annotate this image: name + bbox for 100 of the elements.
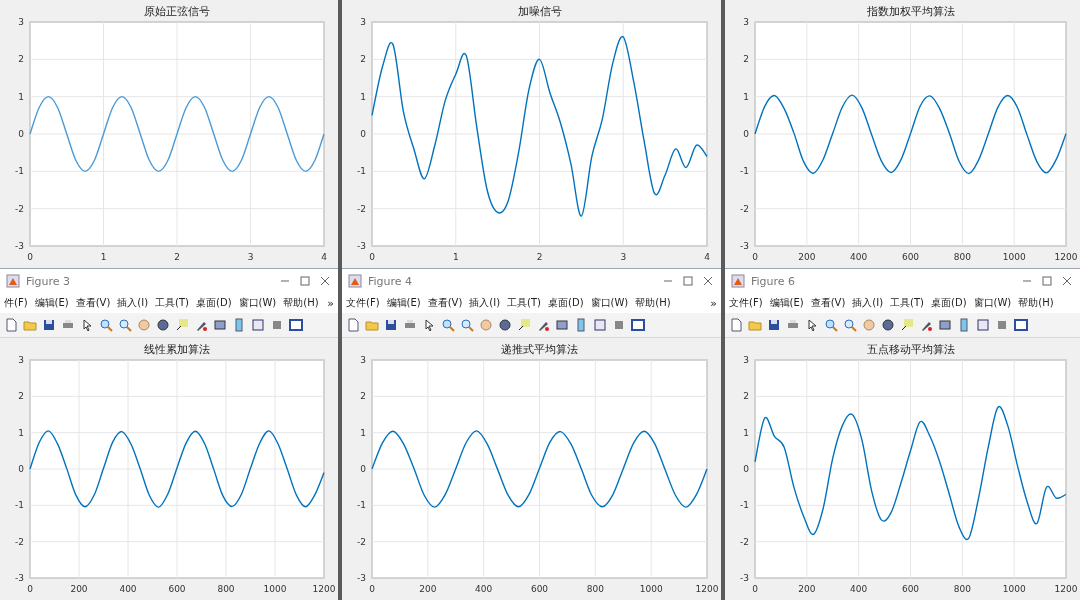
- cursor-icon[interactable]: [80, 318, 94, 332]
- y-tick-label: 2: [18, 391, 24, 402]
- menu-overflow[interactable]: »: [710, 296, 717, 310]
- x-tick-label: 0: [752, 584, 758, 594]
- y-tick-label: -2: [357, 203, 366, 214]
- chart-title: 指数加权平均算法: [866, 5, 955, 18]
- y-tick-label: -1: [740, 500, 749, 511]
- maximize-icon: [1040, 274, 1054, 288]
- rotate-icon[interactable]: [498, 318, 512, 332]
- chart-title: 五点移动平均算法: [866, 343, 955, 356]
- menu-item[interactable]: 文件(F): [729, 296, 763, 310]
- menu-item[interactable]: 窗口(W): [238, 296, 277, 310]
- x-tick-label: 800: [953, 252, 971, 262]
- x-tick-label: 1: [452, 252, 459, 262]
- menu-item[interactable]: 插入(I): [117, 296, 149, 310]
- save-icon[interactable]: [42, 318, 56, 332]
- figure-icon[interactable]: [1014, 318, 1028, 332]
- menu-item[interactable]: 编辑(E): [34, 296, 69, 310]
- menu-overflow[interactable]: »: [327, 296, 334, 310]
- rotate-icon[interactable]: [881, 318, 895, 332]
- y-tick-label: -2: [15, 536, 24, 547]
- y-tick-label: 3: [360, 355, 366, 365]
- save-icon[interactable]: [384, 318, 398, 332]
- colorbar-icon[interactable]: [957, 318, 971, 332]
- x-tick-label: 800: [586, 584, 604, 594]
- menu-item[interactable]: 查看(V): [427, 296, 463, 310]
- colorbar-icon[interactable]: [232, 318, 246, 332]
- zoom-in-icon[interactable]: [824, 318, 838, 332]
- x-tick-label: 600: [168, 584, 186, 594]
- y-tick-label: -2: [15, 203, 24, 214]
- zoom-out-icon[interactable]: [843, 318, 857, 332]
- link-plot-icon[interactable]: [555, 318, 569, 332]
- x-tick-label: 600: [901, 252, 920, 262]
- menu-item[interactable]: 插入(I): [469, 296, 501, 310]
- legend-icon[interactable]: [976, 318, 990, 332]
- y-tick-label: 3: [743, 17, 749, 27]
- x-tick-label: 3: [620, 252, 627, 262]
- chart-title: 递推式平均算法: [501, 343, 578, 356]
- x-tick-label: 800: [953, 584, 971, 594]
- grid-icon[interactable]: [270, 318, 284, 332]
- y-tick-label: -1: [15, 500, 24, 511]
- grid-icon[interactable]: [612, 318, 626, 332]
- legend-icon[interactable]: [593, 318, 607, 332]
- menu-item[interactable]: 窗口(W): [590, 296, 629, 310]
- new-file-icon[interactable]: [729, 318, 743, 332]
- menu-item[interactable]: 桌面(D): [548, 296, 584, 310]
- zoom-in-icon[interactable]: [99, 318, 113, 332]
- menu-item[interactable]: 桌面(D): [196, 296, 232, 310]
- y-tick-label: -1: [357, 166, 366, 177]
- menu-item[interactable]: 桌面(D): [931, 296, 967, 310]
- legend-icon[interactable]: [251, 318, 265, 332]
- window-title: Figure 6: [751, 274, 797, 288]
- y-tick-label: 3: [18, 355, 24, 365]
- zoom-out-icon[interactable]: [118, 318, 132, 332]
- y-tick-label: 1: [18, 91, 24, 102]
- menu-item[interactable]: 工具(T): [507, 296, 542, 310]
- y-tick-label: 3: [743, 355, 749, 365]
- menu-item[interactable]: 帮助(H): [1018, 296, 1054, 310]
- new-file-icon[interactable]: [346, 318, 360, 332]
- colorbar-icon[interactable]: [574, 318, 588, 332]
- link-plot-icon[interactable]: [938, 318, 952, 332]
- menu-item[interactable]: 帮助(H): [635, 296, 671, 310]
- menu-item[interactable]: 窗口(W): [973, 296, 1012, 310]
- y-tick-label: 1: [743, 427, 749, 438]
- x-tick-label: 1: [100, 252, 107, 262]
- y-tick-label: 0: [18, 129, 24, 139]
- figure-icon[interactable]: [289, 318, 303, 332]
- figure-icon[interactable]: [631, 318, 645, 332]
- new-file-icon[interactable]: [4, 318, 18, 332]
- cursor-icon[interactable]: [422, 318, 436, 332]
- menu-item[interactable]: 查看(V): [810, 296, 846, 310]
- menu-item[interactable]: 编辑(E): [386, 296, 421, 310]
- menu-item[interactable]: 文件(F): [346, 296, 380, 310]
- x-tick-label: 0: [369, 584, 375, 594]
- menu-item[interactable]: 查看(V): [75, 296, 111, 310]
- grid-icon[interactable]: [995, 318, 1009, 332]
- y-tick-label: -3: [740, 573, 749, 583]
- rotate-icon[interactable]: [156, 318, 170, 332]
- link-plot-icon[interactable]: [213, 318, 227, 332]
- menu-item[interactable]: 件(F): [4, 296, 28, 310]
- y-tick-label: -1: [15, 166, 24, 177]
- window-title: Figure 3: [26, 274, 72, 288]
- x-tick-label: 1200: [695, 584, 719, 594]
- x-tick-label: 0: [27, 252, 33, 262]
- zoom-out-icon[interactable]: [460, 318, 474, 332]
- figure-window-icon: [731, 274, 745, 288]
- x-tick-label: 2: [536, 252, 543, 262]
- y-tick-label: -2: [740, 536, 749, 547]
- cursor-icon[interactable]: [805, 318, 819, 332]
- menu-item[interactable]: 插入(I): [852, 296, 884, 310]
- menu-item[interactable]: 编辑(E): [769, 296, 804, 310]
- x-tick-label: 200: [798, 584, 816, 594]
- menu-item[interactable]: 工具(T): [155, 296, 190, 310]
- zoom-in-icon[interactable]: [441, 318, 455, 332]
- x-tick-label: 200: [70, 584, 88, 594]
- y-tick-label: -3: [15, 241, 24, 251]
- y-tick-label: 0: [18, 464, 24, 474]
- menu-item[interactable]: 帮助(H): [283, 296, 319, 310]
- menu-item[interactable]: 工具(T): [890, 296, 925, 310]
- save-icon[interactable]: [767, 318, 781, 332]
